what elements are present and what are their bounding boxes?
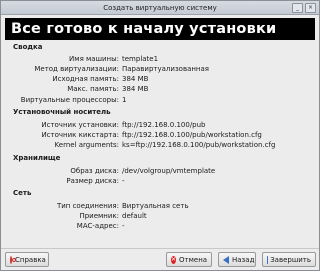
help-button[interactable]: Справка [5,252,49,267]
row-value: 384 MB [122,75,149,83]
row-label: Виртуальные процессоры: [20,96,119,104]
summary-row: Метод виртуализации: Паравиртуализованна… [1,65,320,74]
cancel-label: Отмена [179,255,208,264]
row-label: Kernel arguments: [54,141,119,149]
section-title-storage: Хранилище [13,154,61,162]
row-value: - [122,222,125,230]
back-arrow-icon [223,255,229,264]
section-title-install: Установочный носитель [13,108,111,116]
row-label: Источник кикстарта: [41,131,119,139]
row-label: Размер диска: [66,177,119,185]
row-label: Приемник: [79,212,119,220]
finish-button[interactable]: Завершить [262,252,316,267]
row-value: - [122,177,125,185]
row-value: 1 [122,96,127,104]
page-title: Все готово к началу установки [5,18,315,40]
section-title-network: Сеть [13,189,32,197]
section-title-summary: Сводка [13,43,43,51]
storage-row: Размер диска: - [1,177,320,186]
minimize-icon[interactable]: _ [292,3,303,13]
row-label: Тип соединения: [56,202,119,210]
network-row: MAC-адрес: - [1,222,320,231]
row-value: Виртуальная сеть [122,202,189,210]
row-value: template1 [122,55,159,63]
install-row: Kernel arguments: ks=ftp://192.168.0.100… [1,141,320,150]
row-value: ftp://192.168.0.100/pub [122,121,206,129]
back-label: Назад [232,255,255,264]
summary-row: Исходная память: 384 MB [1,75,320,84]
storage-row: Образ диска: /dev/volgroup/vmtemplate [1,167,320,176]
button-separator [1,248,319,249]
titlebar: Создать виртуальную систему _ × [1,1,319,15]
row-value: Паравиртуализованная [122,65,210,73]
dialog-window: Создать виртуальную систему _ × Все гото… [0,0,320,271]
install-row: Источник установки: ftp://192.168.0.100/… [1,121,320,130]
help-icon [10,255,16,264]
help-label: Справка [15,255,46,264]
row-label: Макс. память: [67,85,119,93]
row-label: Источник установки: [41,121,119,129]
cancel-button[interactable]: ✕ Отмена [166,252,212,267]
row-label: Исходная память: [52,75,119,83]
row-value: default [122,212,147,220]
row-label: Метод виртуализации: [34,65,119,73]
summary-row: Имя машины: template1 [1,55,320,64]
network-row: Приемник: default [1,212,320,221]
row-value: ks=ftp://192.168.0.100/pub/workstation.c… [122,141,276,149]
back-button[interactable]: Назад [218,252,256,267]
window-controls: _ × [292,3,316,13]
row-value: 384 MB [122,85,149,93]
window-title: Создать виртуальную систему [103,3,217,12]
finish-label: Завершить [270,255,311,264]
row-label: Имя машины: [69,55,119,63]
row-value: /dev/volgroup/vmtemplate [122,167,216,175]
install-row: Источник кикстарта: ftp://192.168.0.100/… [1,131,320,140]
close-icon[interactable]: × [305,3,316,13]
summary-row: Макс. память: 384 MB [1,85,320,94]
summary-row: Виртуальные процессоры: 1 [1,96,320,105]
row-label: MAC-адрес: [76,222,119,230]
cancel-icon: ✕ [171,255,177,264]
network-row: Тип соединения: Виртуальная сеть [1,202,320,211]
row-label: Образ диска: [70,167,119,175]
row-value: ftp://192.168.0.100/pub/workstation.cfg [122,131,262,139]
